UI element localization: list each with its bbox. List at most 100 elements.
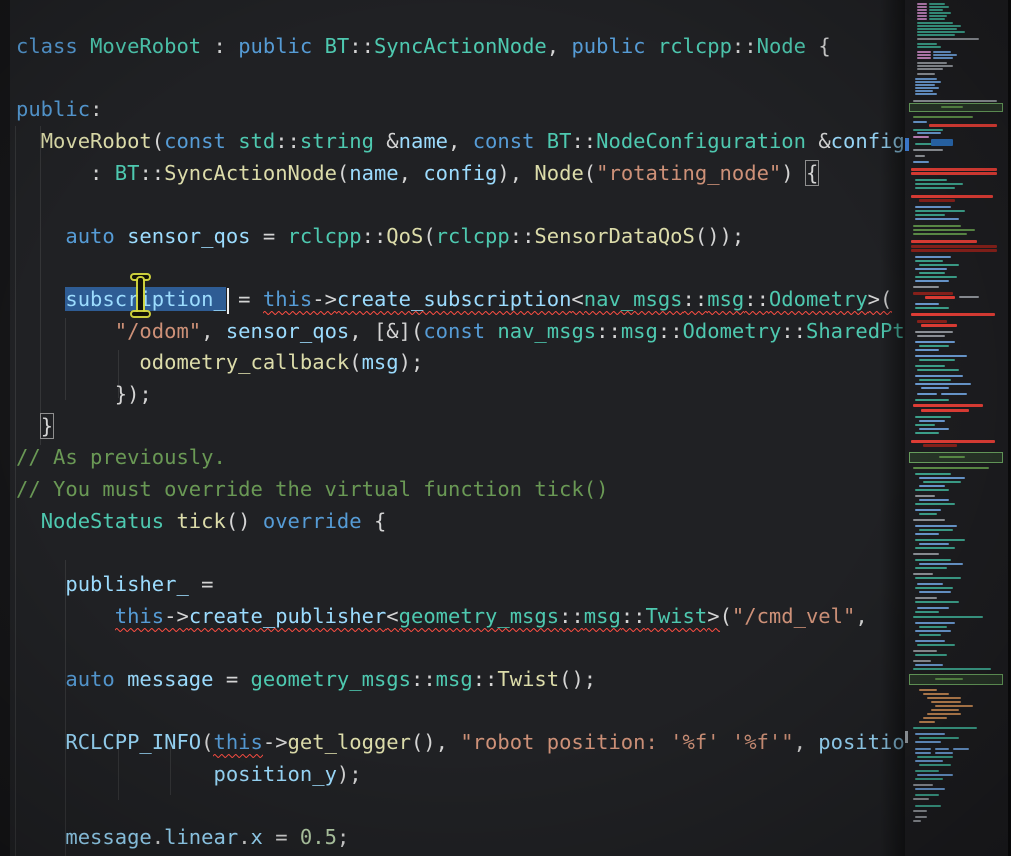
code-line[interactable]: auto sensor_qos = rclcpp::QoS(rclcpp::Se… <box>16 221 905 253</box>
code-token: { <box>362 509 387 533</box>
code-token <box>16 762 213 786</box>
code-token: :: <box>571 129 596 153</box>
code-token: :: <box>781 319 806 343</box>
code-token: -> <box>164 604 189 632</box>
code-token: , <box>201 319 226 343</box>
minimap-line <box>917 43 937 45</box>
minimap-line <box>915 748 931 750</box>
minimap-line <box>931 701 961 703</box>
text-caret <box>227 288 229 314</box>
code-token: BT <box>115 161 140 185</box>
code-line[interactable] <box>16 537 905 569</box>
code-line[interactable]: : BT::SyncActionNode(name, config), Node… <box>16 158 905 190</box>
minimap-line <box>911 240 977 243</box>
minimap-line <box>919 199 955 202</box>
code-token: msg <box>621 319 658 343</box>
code-token: public <box>16 97 90 121</box>
code-line[interactable]: "/odom", sensor_qos, [&](const nav_msgs:… <box>16 316 905 348</box>
code-token: : <box>201 34 238 58</box>
code-line[interactable]: } <box>16 411 905 443</box>
minimap-line <box>917 31 965 33</box>
minimap-line <box>915 733 945 735</box>
code-line[interactable] <box>16 695 905 727</box>
code-line[interactable] <box>16 790 905 822</box>
code-token: geometry_msgs <box>251 667 411 691</box>
code-line[interactable]: class MoveRobot : public BT::SyncActionN… <box>16 31 905 63</box>
code-token: ( <box>201 730 213 754</box>
minimap-line <box>915 383 971 385</box>
code-token: :: <box>658 319 683 343</box>
minimap-line <box>915 611 939 613</box>
code-token: Twist <box>646 604 708 632</box>
minimap[interactable] <box>905 0 1008 856</box>
code-token <box>16 287 65 311</box>
code-token: "rotating_node" <box>596 161 781 185</box>
minimap-line <box>913 660 931 662</box>
code-line[interactable]: odometry_callback(msg); <box>16 347 905 379</box>
minimap-line <box>911 313 995 316</box>
code-line[interactable]: NodeStatus tick() override { <box>16 506 905 538</box>
minimap-line <box>915 187 955 189</box>
minimap-line <box>915 375 963 377</box>
code-line[interactable]: public: <box>16 94 905 126</box>
code-line[interactable]: // You must override the virtual functio… <box>16 474 905 506</box>
code-line[interactable] <box>16 632 905 664</box>
minimap-line <box>915 349 939 351</box>
code-token: :: <box>411 667 436 691</box>
code-line[interactable]: }); <box>16 379 905 411</box>
minimap-line <box>913 116 973 118</box>
code-token <box>164 509 176 533</box>
code-line[interactable]: this->create_publisher<geometry_msgs::ms… <box>16 601 905 633</box>
code-token: BT <box>547 129 572 153</box>
code-token: , [&]( <box>349 319 423 343</box>
code-token: }); <box>16 382 152 406</box>
minimap-line <box>929 124 997 127</box>
code-token: ( <box>152 129 164 153</box>
code-token: } <box>41 414 53 438</box>
code-line[interactable]: position_y); <box>16 759 905 791</box>
code-token: "robot position: '%f' '%f'" <box>460 730 793 754</box>
minimap-line <box>917 6 927 8</box>
minimap-line <box>917 34 955 36</box>
minimap-line <box>915 630 951 632</box>
code-token: message <box>127 667 213 691</box>
minimap-line <box>935 705 973 707</box>
code-line[interactable]: publisher_ = <box>16 569 905 601</box>
minimap-line <box>915 473 951 475</box>
code-token: geometry_msgs <box>399 604 559 632</box>
minimap-line <box>917 46 941 48</box>
code-line[interactable]: RCLCPP_INFO(this->get_logger(), "robot p… <box>16 727 905 759</box>
minimap-line <box>919 485 945 487</box>
minimap-line <box>915 93 937 95</box>
code-token <box>16 667 65 691</box>
minimap-line <box>915 533 939 535</box>
minimap-line <box>917 54 931 56</box>
minimap-line <box>913 149 943 151</box>
code-token: . <box>238 825 250 849</box>
code-token: NodeStatus <box>41 509 164 533</box>
code-line[interactable] <box>16 63 905 95</box>
minimap-line <box>915 78 937 80</box>
minimap-line <box>915 559 951 561</box>
code-token: string <box>300 129 374 153</box>
minimap-line <box>915 260 943 262</box>
code-token: ); <box>337 762 362 786</box>
minimap-line <box>917 12 927 14</box>
minimap-line <box>917 38 979 40</box>
minimap-line <box>915 654 947 656</box>
code-line[interactable]: message.linear.x = 0.5; <box>16 822 905 854</box>
minimap-line <box>911 168 997 171</box>
code-token: :: <box>621 604 646 632</box>
minimap-line <box>919 272 945 274</box>
code-line[interactable]: auto message = geometry_msgs::msg::Twist… <box>16 664 905 696</box>
code-token: auto <box>65 224 114 248</box>
minimap-line <box>915 547 955 549</box>
minimap-line <box>913 161 929 163</box>
code-line[interactable] <box>16 189 905 221</box>
code-line[interactable]: // As previously. <box>16 442 905 474</box>
code-area[interactable]: class MoveRobot : public BT::SyncActionN… <box>10 31 905 856</box>
code-token: "/odom" <box>115 319 201 343</box>
code-line[interactable]: MoveRobot(const std::string &name, const… <box>16 126 905 158</box>
code-token <box>226 129 238 153</box>
code-token: ( <box>584 161 596 185</box>
